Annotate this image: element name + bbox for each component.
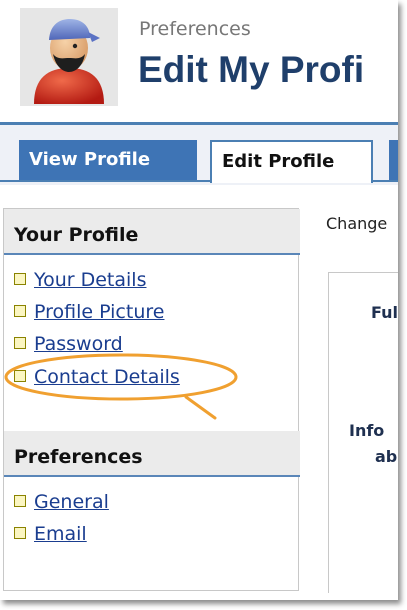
intro-text: Change — [326, 214, 388, 233]
page-title: Edit My Profi — [138, 49, 365, 90]
square-bullet-icon — [14, 495, 26, 507]
tab-view-profile[interactable]: View Profile — [19, 140, 197, 180]
square-bullet-icon — [14, 527, 26, 539]
avatar — [20, 8, 118, 106]
sidebar-item-label[interactable]: Profile Picture — [34, 301, 164, 323]
sidebar-section-title-your-profile: Your Profile — [4, 209, 300, 255]
tab-next-partial[interactable] — [389, 140, 398, 180]
form-panel: Ful Info ab — [328, 272, 398, 593]
form-label-info: Info — [349, 421, 385, 440]
form-label-full-name: Ful — [371, 303, 398, 322]
sidebar-item-label[interactable]: Your Details — [34, 269, 146, 291]
tab-edit-profile[interactable]: Edit Profile — [210, 140, 373, 183]
sidebar-item-general[interactable]: General — [14, 491, 109, 517]
square-bullet-icon — [14, 273, 26, 285]
square-bullet-icon — [14, 305, 26, 317]
form-label-about: ab — [375, 447, 398, 466]
pirate-user-avatar-icon — [34, 19, 104, 104]
highlight-annotation-ellipse — [4, 353, 238, 420]
sidebar-item-email[interactable]: Email — [14, 523, 87, 549]
page-subtitle: Preferences — [139, 18, 251, 40]
sidebar-item-your-details[interactable]: Your Details — [14, 269, 146, 295]
sidebar-section-title-preferences: Preferences — [4, 431, 300, 477]
app-frame: Preferences Edit My Profi View Profile E… — [0, 0, 398, 600]
square-bullet-icon — [14, 337, 26, 349]
sidebar-item-label[interactable]: General — [34, 491, 109, 513]
sidebar-item-label[interactable]: Email — [34, 523, 87, 545]
sidebar-item-profile-picture[interactable]: Profile Picture — [14, 301, 164, 327]
